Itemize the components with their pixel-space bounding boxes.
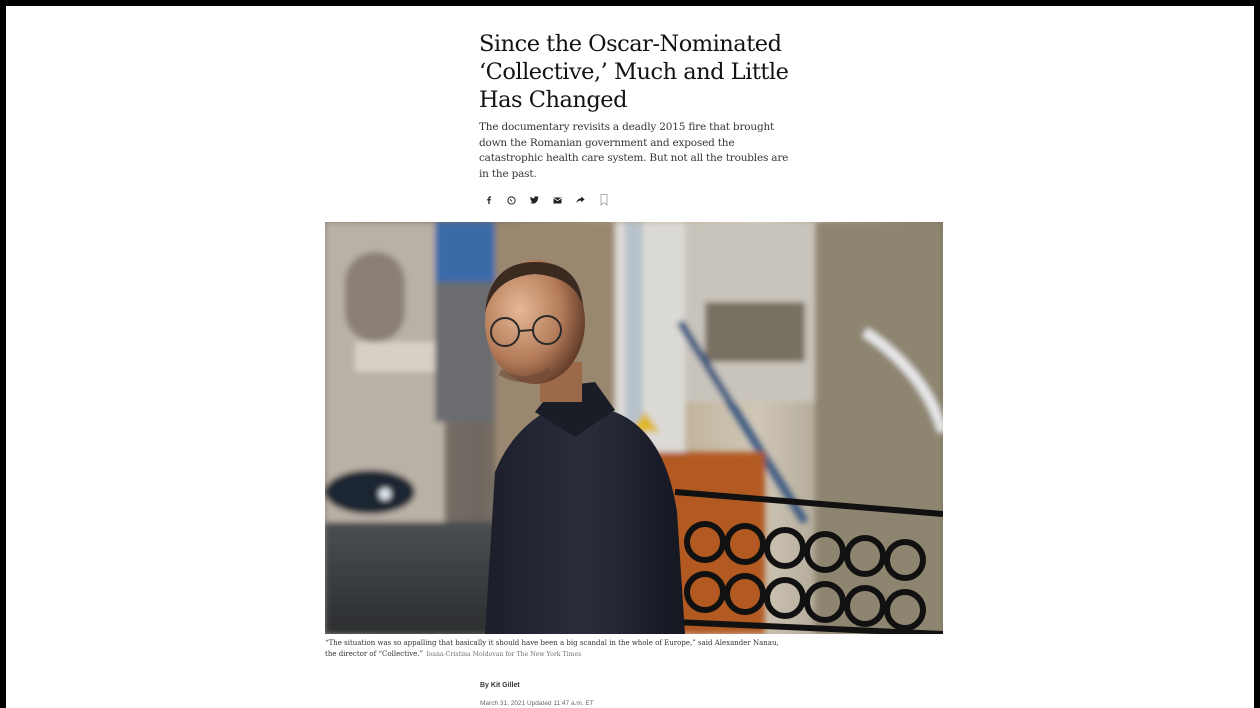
twitter-icon[interactable]	[528, 194, 541, 207]
byline: By Kit Gillet	[480, 682, 520, 689]
article-page: Since the Oscar-Nominated ‘Collective,’ …	[6, 6, 1254, 708]
share-toolbar	[482, 193, 610, 207]
article-headline: Since the Oscar-Nominated ‘Collective,’ …	[479, 31, 789, 113]
byline-prefix: By	[480, 682, 489, 689]
email-icon[interactable]	[551, 194, 564, 207]
photo-credit: Ioana-Cristina Moldovan for The New York…	[426, 651, 582, 658]
whatsapp-icon[interactable]	[505, 194, 518, 207]
hero-image	[325, 222, 943, 634]
portrait-photo	[325, 222, 943, 634]
image-caption: “The situation was so appalling that bas…	[325, 638, 785, 660]
article-summary: The documentary revisits a deadly 2015 f…	[479, 121, 789, 180]
dateline: March 31, 2021 Updated 11:47 a.m. ET	[480, 700, 594, 707]
facebook-icon[interactable]	[482, 194, 495, 207]
share-icon[interactable]	[574, 194, 587, 207]
bookmark-icon[interactable]	[597, 194, 610, 207]
author-link[interactable]: Kit Gillet	[491, 682, 520, 689]
